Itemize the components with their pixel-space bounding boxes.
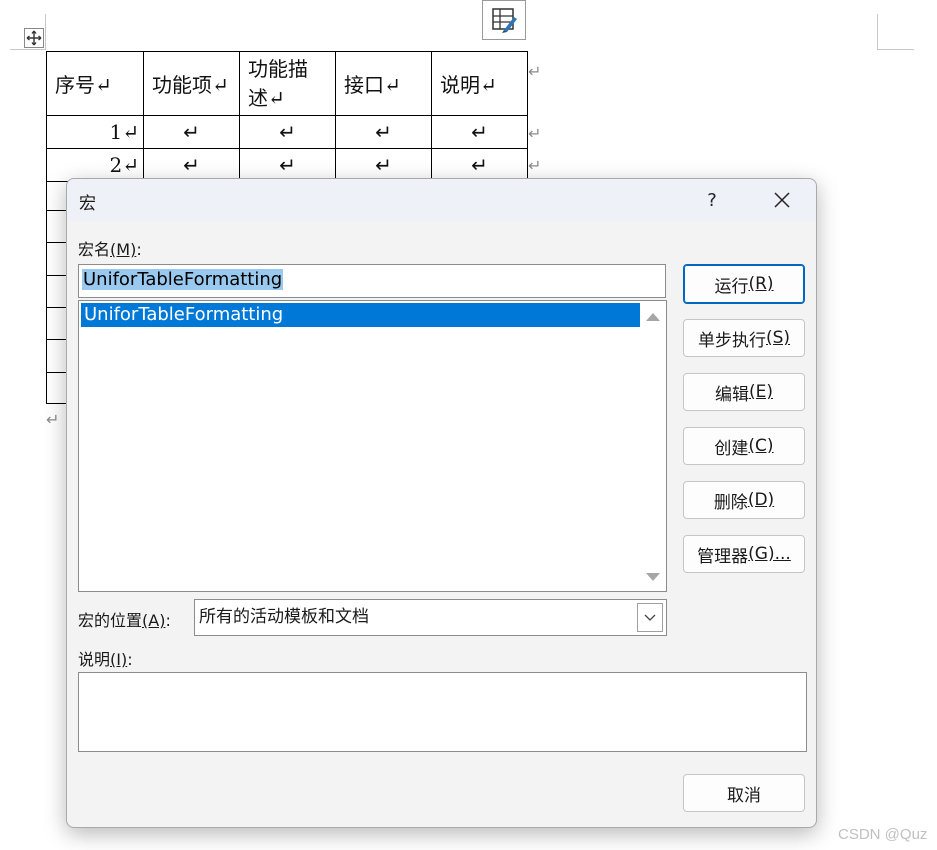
macro-location-value: 所有的活动模板和文档 [199, 607, 369, 627]
table-cell[interactable]: ↵ [335, 115, 432, 149]
table-cell[interactable]: ↵ [143, 115, 240, 149]
step-into-button[interactable]: 单步执行 (S) [683, 319, 805, 357]
run-button[interactable]: 运行 (R) [683, 264, 805, 304]
help-button[interactable]: ? [689, 183, 735, 217]
page-corner-mark [877, 14, 878, 50]
table-cell[interactable]: 2↵ [46, 148, 144, 182]
delete-button[interactable]: 删除 (D) [683, 481, 805, 519]
page-corner-mark [10, 49, 46, 50]
paragraph-mark: ↵ [46, 410, 60, 429]
scroll-up-icon[interactable] [646, 313, 660, 321]
close-button[interactable] [759, 183, 805, 217]
macro-name-value: UniforTableFormatting [82, 269, 284, 290]
scrollbar[interactable] [640, 301, 666, 591]
close-icon [774, 192, 790, 208]
table-row: 1↵ ↵ ↵ ↵ ↵ [46, 115, 528, 149]
table-move-handle-icon[interactable] [24, 28, 44, 48]
cancel-button[interactable]: 取消 [683, 774, 805, 812]
create-button[interactable]: 创建 (C) [683, 427, 805, 465]
macro-dialog: 宏 ? 宏名(M): UniforTableFormatting UniforT… [66, 178, 817, 828]
page-corner-mark [45, 14, 46, 50]
table-header-cell[interactable]: 功能项↵ [143, 51, 240, 116]
table-cell[interactable]: ↵ [431, 148, 528, 182]
table-cell[interactable]: 1↵ [46, 115, 144, 149]
table-header-cell[interactable]: 接口↵ [335, 51, 432, 116]
table-cell[interactable]: ↵ [335, 148, 432, 182]
macro-location-select[interactable]: 所有的活动模板和文档 [194, 599, 667, 636]
list-item[interactable]: UniforTableFormatting [81, 303, 640, 327]
table-cell[interactable]: ↵ [239, 115, 336, 149]
macro-name-input[interactable]: UniforTableFormatting [78, 264, 666, 298]
organizer-button[interactable]: 管理器 (G)... [683, 535, 805, 573]
dialog-titlebar[interactable]: 宏 ? [67, 179, 816, 221]
row-end-mark: ↵ [528, 62, 542, 81]
description-label: 说明(I): [78, 650, 133, 669]
macro-name-label: 宏名(M): [78, 240, 142, 259]
document-table: 序号↵ 功能项↵ 功能描 述↵ 接口↵ 说明↵ 1↵ ↵ ↵ ↵ ↵ 2↵ ↵ ↵… [46, 51, 528, 182]
description-textarea[interactable] [78, 672, 807, 752]
table-row: 2↵ ↵ ↵ ↵ ↵ [46, 148, 528, 182]
dialog-title: 宏 [79, 194, 96, 214]
scroll-down-icon[interactable] [646, 573, 660, 581]
table-header-row: 序号↵ 功能项↵ 功能描 述↵ 接口↵ 说明↵ [46, 51, 528, 116]
chevron-down-icon [644, 614, 656, 621]
macro-list[interactable]: UniforTableFormatting [78, 300, 667, 592]
edit-button[interactable]: 编辑 (E) [683, 373, 805, 411]
table-cell[interactable]: ↵ [431, 115, 528, 149]
table-header-cell[interactable]: 说明↵ [431, 51, 528, 116]
table-quick-style-icon[interactable] [482, 0, 526, 40]
macro-location-label: 宏的位置(A): [78, 611, 171, 630]
table-cell[interactable]: ↵ [239, 148, 336, 182]
table-rows-behind-dialog [46, 178, 68, 404]
watermark: CSDN @Quz [838, 826, 928, 843]
row-end-mark: ↵ [528, 156, 542, 175]
page-corner-mark [878, 49, 914, 50]
table-cell[interactable]: ↵ [143, 148, 240, 182]
row-end-mark: ↵ [528, 124, 542, 143]
dropdown-button[interactable] [637, 603, 663, 632]
table-header-cell[interactable]: 功能描 述↵ [239, 51, 336, 116]
table-header-cell[interactable]: 序号↵ [46, 51, 144, 116]
